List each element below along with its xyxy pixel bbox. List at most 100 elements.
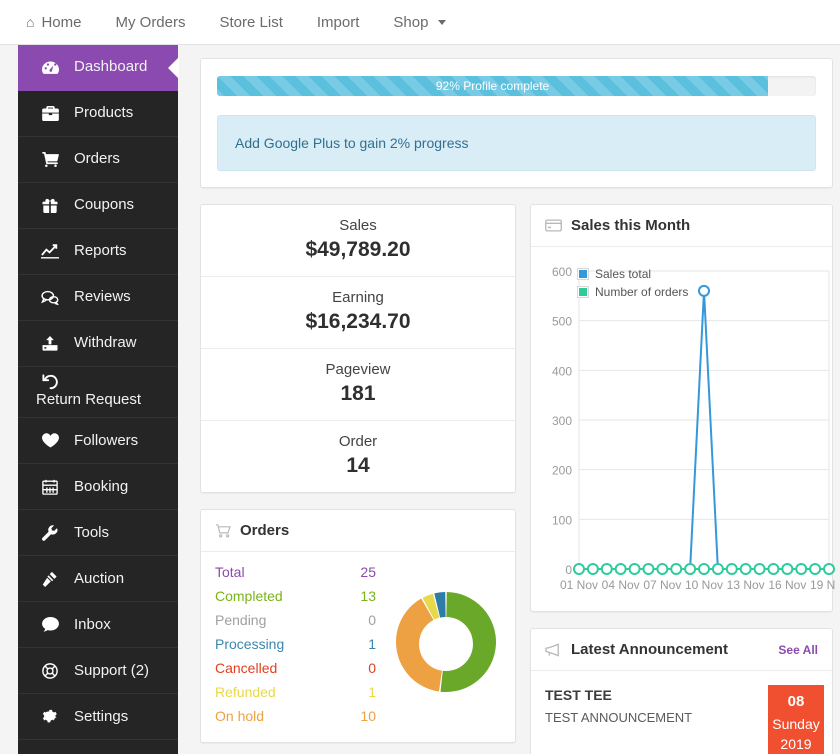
sidebar-item-label: Support (2) — [74, 661, 150, 679]
chart-data-point[interactable] — [698, 563, 710, 575]
sidebar-item-withdraw[interactable]: Withdraw — [18, 321, 178, 367]
chart-data-point[interactable] — [809, 563, 822, 575]
chart-data-point[interactable] — [614, 563, 627, 575]
x-axis-tick-label: 13 Nov — [727, 578, 765, 592]
chart-data-point[interactable] — [795, 563, 808, 575]
chart-data-point[interactable] — [642, 563, 655, 575]
orders-donut-chart — [376, 560, 515, 728]
sidebar: Dashboard Products Orders Coupons Report — [18, 45, 178, 754]
order-status-label: Total — [215, 564, 245, 580]
stat-label: Earning — [332, 289, 384, 306]
order-status-row[interactable]: Completed 13 — [215, 584, 376, 608]
announcement-item-subtitle: TEST ANNOUNCEMENT — [545, 710, 693, 725]
sidebar-item-return-request[interactable]: Return Request — [18, 367, 178, 419]
stat-value: $49,789.20 — [305, 238, 411, 261]
order-status-row[interactable]: On hold 10 — [215, 704, 376, 728]
announcement-item-title[interactable]: TEST TEE — [545, 687, 768, 703]
sidebar-item-followers[interactable]: Followers — [18, 418, 178, 465]
donut-hole — [418, 617, 473, 671]
chart-data-point[interactable] — [739, 563, 752, 575]
x-axis-tick-label: 10 Nov — [685, 578, 723, 592]
chart-data-point[interactable] — [586, 563, 599, 575]
announcement-header: Latest Announcement See All — [531, 629, 832, 671]
legend-item[interactable]: Number of orders — [577, 285, 688, 299]
legend-item[interactable]: Sales total — [577, 267, 688, 281]
sidebar-item-label: Booking — [74, 477, 129, 495]
chart-data-point[interactable] — [711, 563, 724, 575]
stat-value: 14 — [346, 454, 370, 477]
stat-label: Sales — [339, 217, 377, 234]
chart-data-point[interactable] — [725, 563, 738, 575]
order-status-row[interactable]: Cancelled 0 — [215, 656, 376, 680]
legend-color-swatch — [577, 286, 589, 298]
chart-data-point[interactable] — [656, 563, 669, 575]
sidebar-item-orders[interactable]: Orders — [18, 137, 178, 183]
sidebar-item-dashboard[interactable]: Dashboard — [18, 45, 178, 91]
sidebar-item-label: Products — [74, 104, 134, 122]
chart-data-point[interactable] — [698, 284, 710, 297]
nav-item-import[interactable]: Import — [300, 14, 377, 31]
nav-item-my-orders[interactable]: My Orders — [98, 14, 202, 31]
chart-data-point[interactable] — [767, 563, 780, 575]
profile-progress-bar: 92% Profile complete — [217, 76, 816, 96]
sidebar-item-label: Reports — [74, 242, 127, 260]
chart-data-point[interactable] — [781, 563, 794, 575]
sidebar-item-coupons[interactable]: Coupons — [18, 183, 178, 229]
chart-data-point[interactable] — [823, 563, 835, 575]
chart-line-icon — [36, 244, 64, 259]
nav-item-label: Store List — [219, 13, 283, 31]
order-status-row[interactable]: Processing 1 — [215, 632, 376, 656]
announcement-date-badge: 08 Sunday 2019 — [768, 685, 824, 754]
lifering-icon — [36, 662, 64, 679]
nav-item-store-list[interactable]: Store List — [203, 14, 300, 31]
left-column: Sales $49,789.20 Earning $16,234.70 Page… — [200, 204, 516, 754]
sidebar-item-label: Coupons — [74, 196, 135, 214]
sidebar-item-reports[interactable]: Reports — [18, 229, 178, 275]
progress-hint-alert[interactable]: Add Google Plus to gain 2% progress — [217, 115, 816, 171]
sidebar-item-tools[interactable]: Tools — [18, 510, 178, 557]
y-axis-tick-label: 500 — [552, 315, 572, 329]
sidebar-item-support[interactable]: Support (2) — [18, 648, 178, 695]
chart-data-point[interactable] — [753, 563, 766, 575]
sidebar-item-label: Auction — [74, 569, 125, 587]
sidebar-item-label: Settings — [74, 707, 129, 725]
legend-label: Number of orders — [595, 285, 689, 299]
sidebar-item-reviews[interactable]: Reviews — [18, 275, 178, 321]
stat-label: Pageview — [325, 361, 391, 378]
briefcase-icon — [36, 106, 64, 121]
chart-data-point[interactable] — [600, 563, 613, 575]
sidebar-item-label: Tools — [74, 523, 110, 541]
sidebar-item-inbox[interactable]: Inbox — [18, 602, 178, 649]
chart-data-point[interactable] — [628, 563, 641, 575]
y-axis-tick-label: 100 — [552, 513, 572, 527]
order-status-count: 13 — [360, 588, 376, 604]
order-status-row[interactable]: Total 25 — [215, 560, 376, 584]
comments-icon — [36, 290, 64, 305]
nav-item-shop[interactable]: Shop — [376, 14, 463, 31]
top-navigation-bar: ⌂ Home My Orders Store List Import Shop — [0, 0, 840, 45]
order-status-count: 1 — [368, 684, 376, 700]
chart-data-point[interactable] — [670, 563, 683, 575]
stat-value: 181 — [340, 382, 376, 405]
chart-data-point[interactable] — [573, 563, 585, 575]
orders-panel-header: Orders — [201, 510, 515, 552]
sales-chart-body[interactable]: 0 100 200 300 400 500 600 01 Nov 04 Nov 07 Nov 10 … — [531, 247, 835, 611]
sidebar-item-products[interactable]: Products — [18, 91, 178, 137]
announcement-title: Latest Announcement — [571, 641, 728, 658]
page-layout: Dashboard Products Orders Coupons Report — [0, 45, 840, 754]
nav-item-label: Import — [316, 13, 360, 31]
chart-data-point[interactable] — [684, 563, 697, 575]
sidebar-item-auction[interactable]: Auction — [18, 556, 178, 603]
order-status-row[interactable]: Refunded 1 — [215, 680, 376, 704]
see-all-link[interactable]: See All — [778, 643, 818, 657]
orders-panel-title: Orders — [240, 522, 290, 539]
sidebar-item-settings[interactable]: Settings — [18, 694, 178, 741]
profile-progress-fill: 92% Profile complete — [217, 76, 769, 96]
order-status-row[interactable]: Pending 0 — [215, 608, 376, 632]
sales-chart-header: Sales this Month — [531, 205, 832, 247]
sidebar-item-booking[interactable]: Booking — [18, 464, 178, 511]
profile-progress-panel: 92% Profile complete Add Google Plus to … — [200, 58, 833, 188]
nav-item-home[interactable]: ⌂ Home — [22, 14, 98, 31]
credit-card-icon — [545, 219, 562, 232]
y-axis-tick-label: 600 — [552, 265, 572, 279]
